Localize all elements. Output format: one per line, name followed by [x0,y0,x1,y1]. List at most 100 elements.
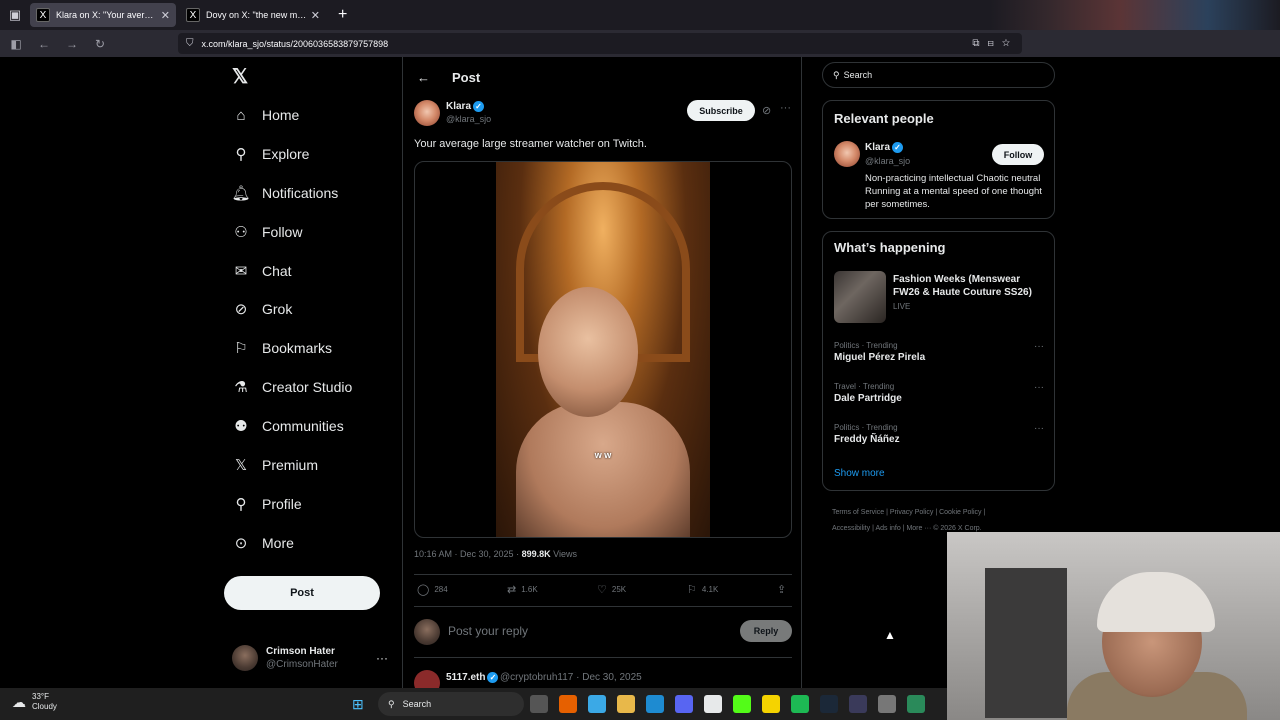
trend-thumbnail[interactable] [834,271,886,323]
featured-trend[interactable]: Fashion Weeks (Menswear FW26 & Haute Cou… [893,273,1048,299]
nav-label: Creator Studio [262,379,353,395]
shield-icon: ⛉ [186,38,194,49]
reload-icon[interactable]: ↻ [88,32,112,56]
grok-icon[interactable]: ⊘ [762,104,771,117]
show-more-link[interactable]: Show more [834,468,885,479]
discord-icon[interactable] [675,695,693,713]
search-icon: ⚲ [235,146,247,163]
page-title: Post [452,69,481,85]
footer-line[interactable]: Terms of Service | Privacy Policy | Cook… [832,505,1052,521]
reply-action[interactable]: ◯ 284 [417,583,448,596]
home-icon: ⌂ [236,106,246,124]
share-action[interactable]: ⇪ [777,583,791,596]
relevant-name[interactable]: Klara ✓ [865,142,904,153]
nav-item-follow[interactable]: ⚇ Follow [232,220,302,244]
more-icon[interactable]: ··· [1034,423,1044,434]
nav-item-premium[interactable]: 𝕏 Premium [232,453,318,477]
views-label: Views [553,549,577,559]
trend-item[interactable]: Travel · Trending Dale Partridge ··· [834,382,1044,404]
nav-item-grok[interactable]: ⊘ Grok [232,297,293,321]
back-icon[interactable]: ← [32,32,56,56]
avatar[interactable] [414,100,440,126]
nav-item-communities[interactable]: ⚉ Communities [232,414,343,438]
post-button[interactable]: Post [224,576,380,610]
back-arrow-icon[interactable]: ← [417,70,430,85]
reply-post[interactable]: 5117.eth ✓ @cryptobruh117 · Dec 30, 2025 [414,670,794,696]
post-video[interactable]: w w [414,161,792,538]
repost-action[interactable]: ⇄ 1.6K [507,583,538,596]
more-icon[interactable]: ··· [376,651,388,665]
app-icon[interactable] [849,695,867,713]
new-tab-icon[interactable]: + [338,6,347,24]
like-action[interactable]: ♡ 25K [597,583,626,596]
author-name-text: Klara [446,101,472,113]
edge-icon[interactable] [646,695,664,713]
relevant-handle[interactable]: @klara_sjo [865,156,910,166]
copilot-icon[interactable] [588,695,606,713]
sticky-notes-icon[interactable] [762,695,780,713]
kick-icon[interactable] [733,695,751,713]
heart-icon: ♡ [597,584,607,596]
bookmark-count: 4.1K [701,585,719,594]
nav-item-more[interactable]: ⊙ More [232,531,294,555]
author-handle[interactable]: @klara_sjo [446,114,491,124]
nav-item-notifications[interactable]: 🔔︎ Notifications [231,181,339,205]
nav-label: Grok [262,301,293,317]
reply-button[interactable]: Reply [740,620,792,642]
nav-label: Notifications [262,185,339,201]
trend-item[interactable]: Politics · Trending Freddy Ñáñez ··· [834,423,1044,445]
nav-label: More [262,535,294,551]
post-author: Klara ✓ @klara_sjo Subscribe ⊘ ··· [414,100,794,128]
close-tab-icon[interactable]: ✕ [161,9,170,22]
trend-item[interactable]: Politics · Trending Miguel Pérez Pirela … [834,341,1044,363]
address-bar-icons[interactable]: ⧉⊟☆ [972,38,1022,49]
windows-start-icon[interactable]: ⊞ [352,696,368,712]
nav-item-bookmarks[interactable]: ⚐ Bookmarks [232,336,332,360]
subscribe-button[interactable]: Subscribe [687,100,755,121]
nav-item-profile[interactable]: ⚲ Profile [232,492,302,516]
relevant-people-panel: Relevant people Klara ✓ @klara_sjo Follow… [822,100,1055,219]
video-caption: w w [594,450,612,460]
forward-icon[interactable]: → [60,32,84,56]
reply-composer: Post your reply Reply [414,619,792,645]
bookmark-action[interactable]: ⚐ 4.1K [687,583,718,596]
more-icon[interactable]: ··· [1034,382,1044,393]
spotify-icon[interactable] [791,695,809,713]
more-icon[interactable]: ··· [1034,341,1044,352]
nav-item-home[interactable]: ⌂ Home [232,103,299,127]
nav-item-creator-studio[interactable]: ⚗ Creator Studio [232,375,352,399]
follow-button[interactable]: Follow [992,144,1044,165]
task-view-icon[interactable] [530,695,548,713]
taskbar-search[interactable]: ⚲ Search [378,692,524,716]
relevant-bio: Non-practicing intellectual Chaotic neut… [865,173,1042,210]
nav-item-explore[interactable]: ⚲ Explore [232,142,310,166]
steam-icon[interactable] [820,695,838,713]
file-explorer-icon[interactable] [617,695,635,713]
post-timestamp[interactable]: 10:16 AM · Dec 30, 2025 · [414,549,522,559]
weather-widget[interactable]: ☁ 33°F Cloudy [12,692,57,712]
tab-list-icon[interactable]: ▣ [0,0,30,30]
webcam-person-cap [1097,572,1215,632]
address-bar[interactable]: ⛉ x.com/klara_sjo/status/200603658387975… [178,33,1022,54]
sidebar-toggle-icon[interactable]: ◧ [4,32,28,56]
add-person-icon: ⚇ [234,224,248,241]
avatar[interactable] [834,141,860,167]
reply-input[interactable]: Post your reply [448,624,528,638]
os-taskbar: ☁ 33°F Cloudy ⊞ ⚲ Search [0,688,947,720]
post-text: Your average large streamer watcher on T… [414,138,647,150]
tab-title: Klara on X: "Your average la [56,10,157,20]
browser-tab[interactable]: X Dovy on X: "the new meta a ✕ [180,3,326,27]
x-logo-icon[interactable]: 𝕏 [232,64,250,88]
browser-tab-active[interactable]: X Klara on X: "Your average la ✕ [30,3,176,27]
close-tab-icon[interactable]: ✕ [311,9,320,22]
store-icon[interactable] [704,695,722,713]
obs-icon[interactable] [878,695,896,713]
search-input[interactable]: ⚲ Search [822,62,1055,88]
firefox-icon[interactable] [559,695,577,713]
more-icon[interactable]: ··· [780,102,791,114]
nav-item-chat[interactable]: ✉ Chat [232,259,292,283]
account-switcher[interactable]: Crimson Hater @CrimsonHater ··· [232,643,392,673]
author-name[interactable]: Klara ✓ [446,101,485,113]
pen-tool-icon[interactable] [907,695,925,713]
bell-icon: 🔔︎ [231,185,251,202]
